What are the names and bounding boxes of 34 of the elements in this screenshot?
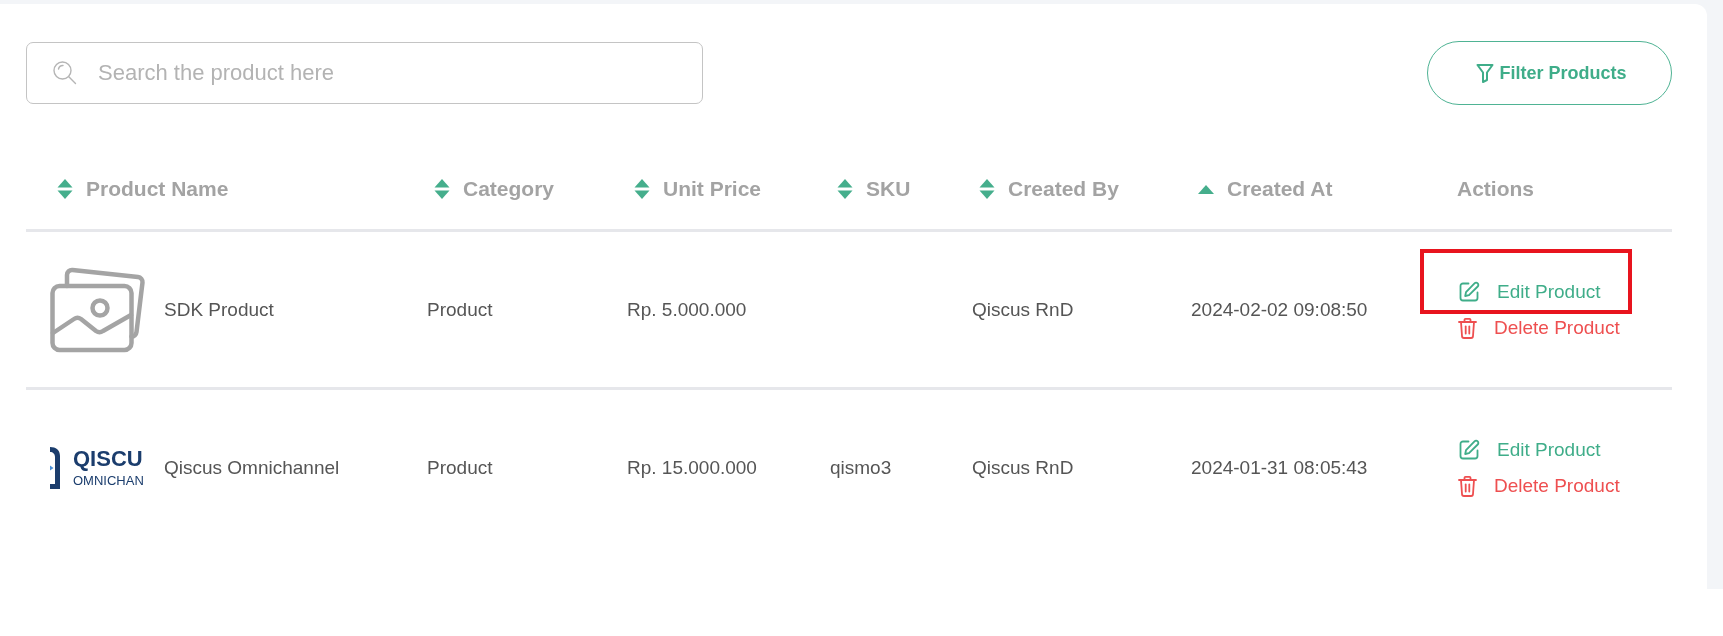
logo-mark-icon bbox=[50, 446, 60, 489]
table-cell: Rp. 15.000.000 bbox=[627, 455, 757, 480]
column-header[interactable]: Category bbox=[434, 177, 555, 201]
table-cell: Qiscus RnD bbox=[972, 455, 1074, 480]
table-cell: Product bbox=[427, 455, 493, 480]
column-header[interactable]: Unit Price bbox=[634, 177, 762, 201]
edit-icon bbox=[1458, 438, 1480, 461]
images-icon bbox=[50, 266, 146, 353]
search-field[interactable]: Search the product here bbox=[26, 42, 703, 104]
table-cell: qismo3 bbox=[830, 455, 892, 480]
logo-tagline: OMNICHAN bbox=[73, 474, 144, 487]
search-icon bbox=[52, 60, 77, 85]
trash-icon bbox=[1458, 316, 1477, 339]
delete-link[interactable]: Delete Product bbox=[1458, 473, 1620, 498]
funnel-icon bbox=[1476, 63, 1495, 83]
table-cell: Product bbox=[427, 297, 493, 322]
table-cell: Qiscus RnD bbox=[972, 297, 1074, 322]
column-header[interactable]: SKU bbox=[837, 177, 911, 201]
filter-button[interactable]: Filter Products bbox=[1427, 41, 1672, 105]
delete-link[interactable]: Delete Product bbox=[1458, 315, 1620, 340]
table-cell: 2024-01-31 08:05:43 bbox=[1191, 455, 1368, 480]
product-name: Qiscus Omnichannel bbox=[164, 455, 340, 480]
column-header[interactable]: Created At bbox=[1198, 177, 1333, 201]
edit-link[interactable]: Edit Product bbox=[1458, 279, 1601, 304]
column-header: Actions bbox=[1457, 177, 1534, 201]
edit-icon bbox=[1458, 280, 1480, 303]
column-header[interactable]: Created By bbox=[979, 177, 1119, 201]
edit-link[interactable]: Edit Product bbox=[1458, 437, 1601, 462]
table-cell: Rp. 5.000.000 bbox=[627, 297, 747, 322]
column-header[interactable]: Product Name bbox=[57, 177, 229, 201]
table-cell: 2024-02-02 09:08:50 bbox=[1191, 297, 1368, 322]
trash-icon bbox=[1458, 474, 1477, 497]
logo-wordmark: QISCU bbox=[73, 448, 144, 470]
product-name: SDK Product bbox=[164, 297, 274, 322]
